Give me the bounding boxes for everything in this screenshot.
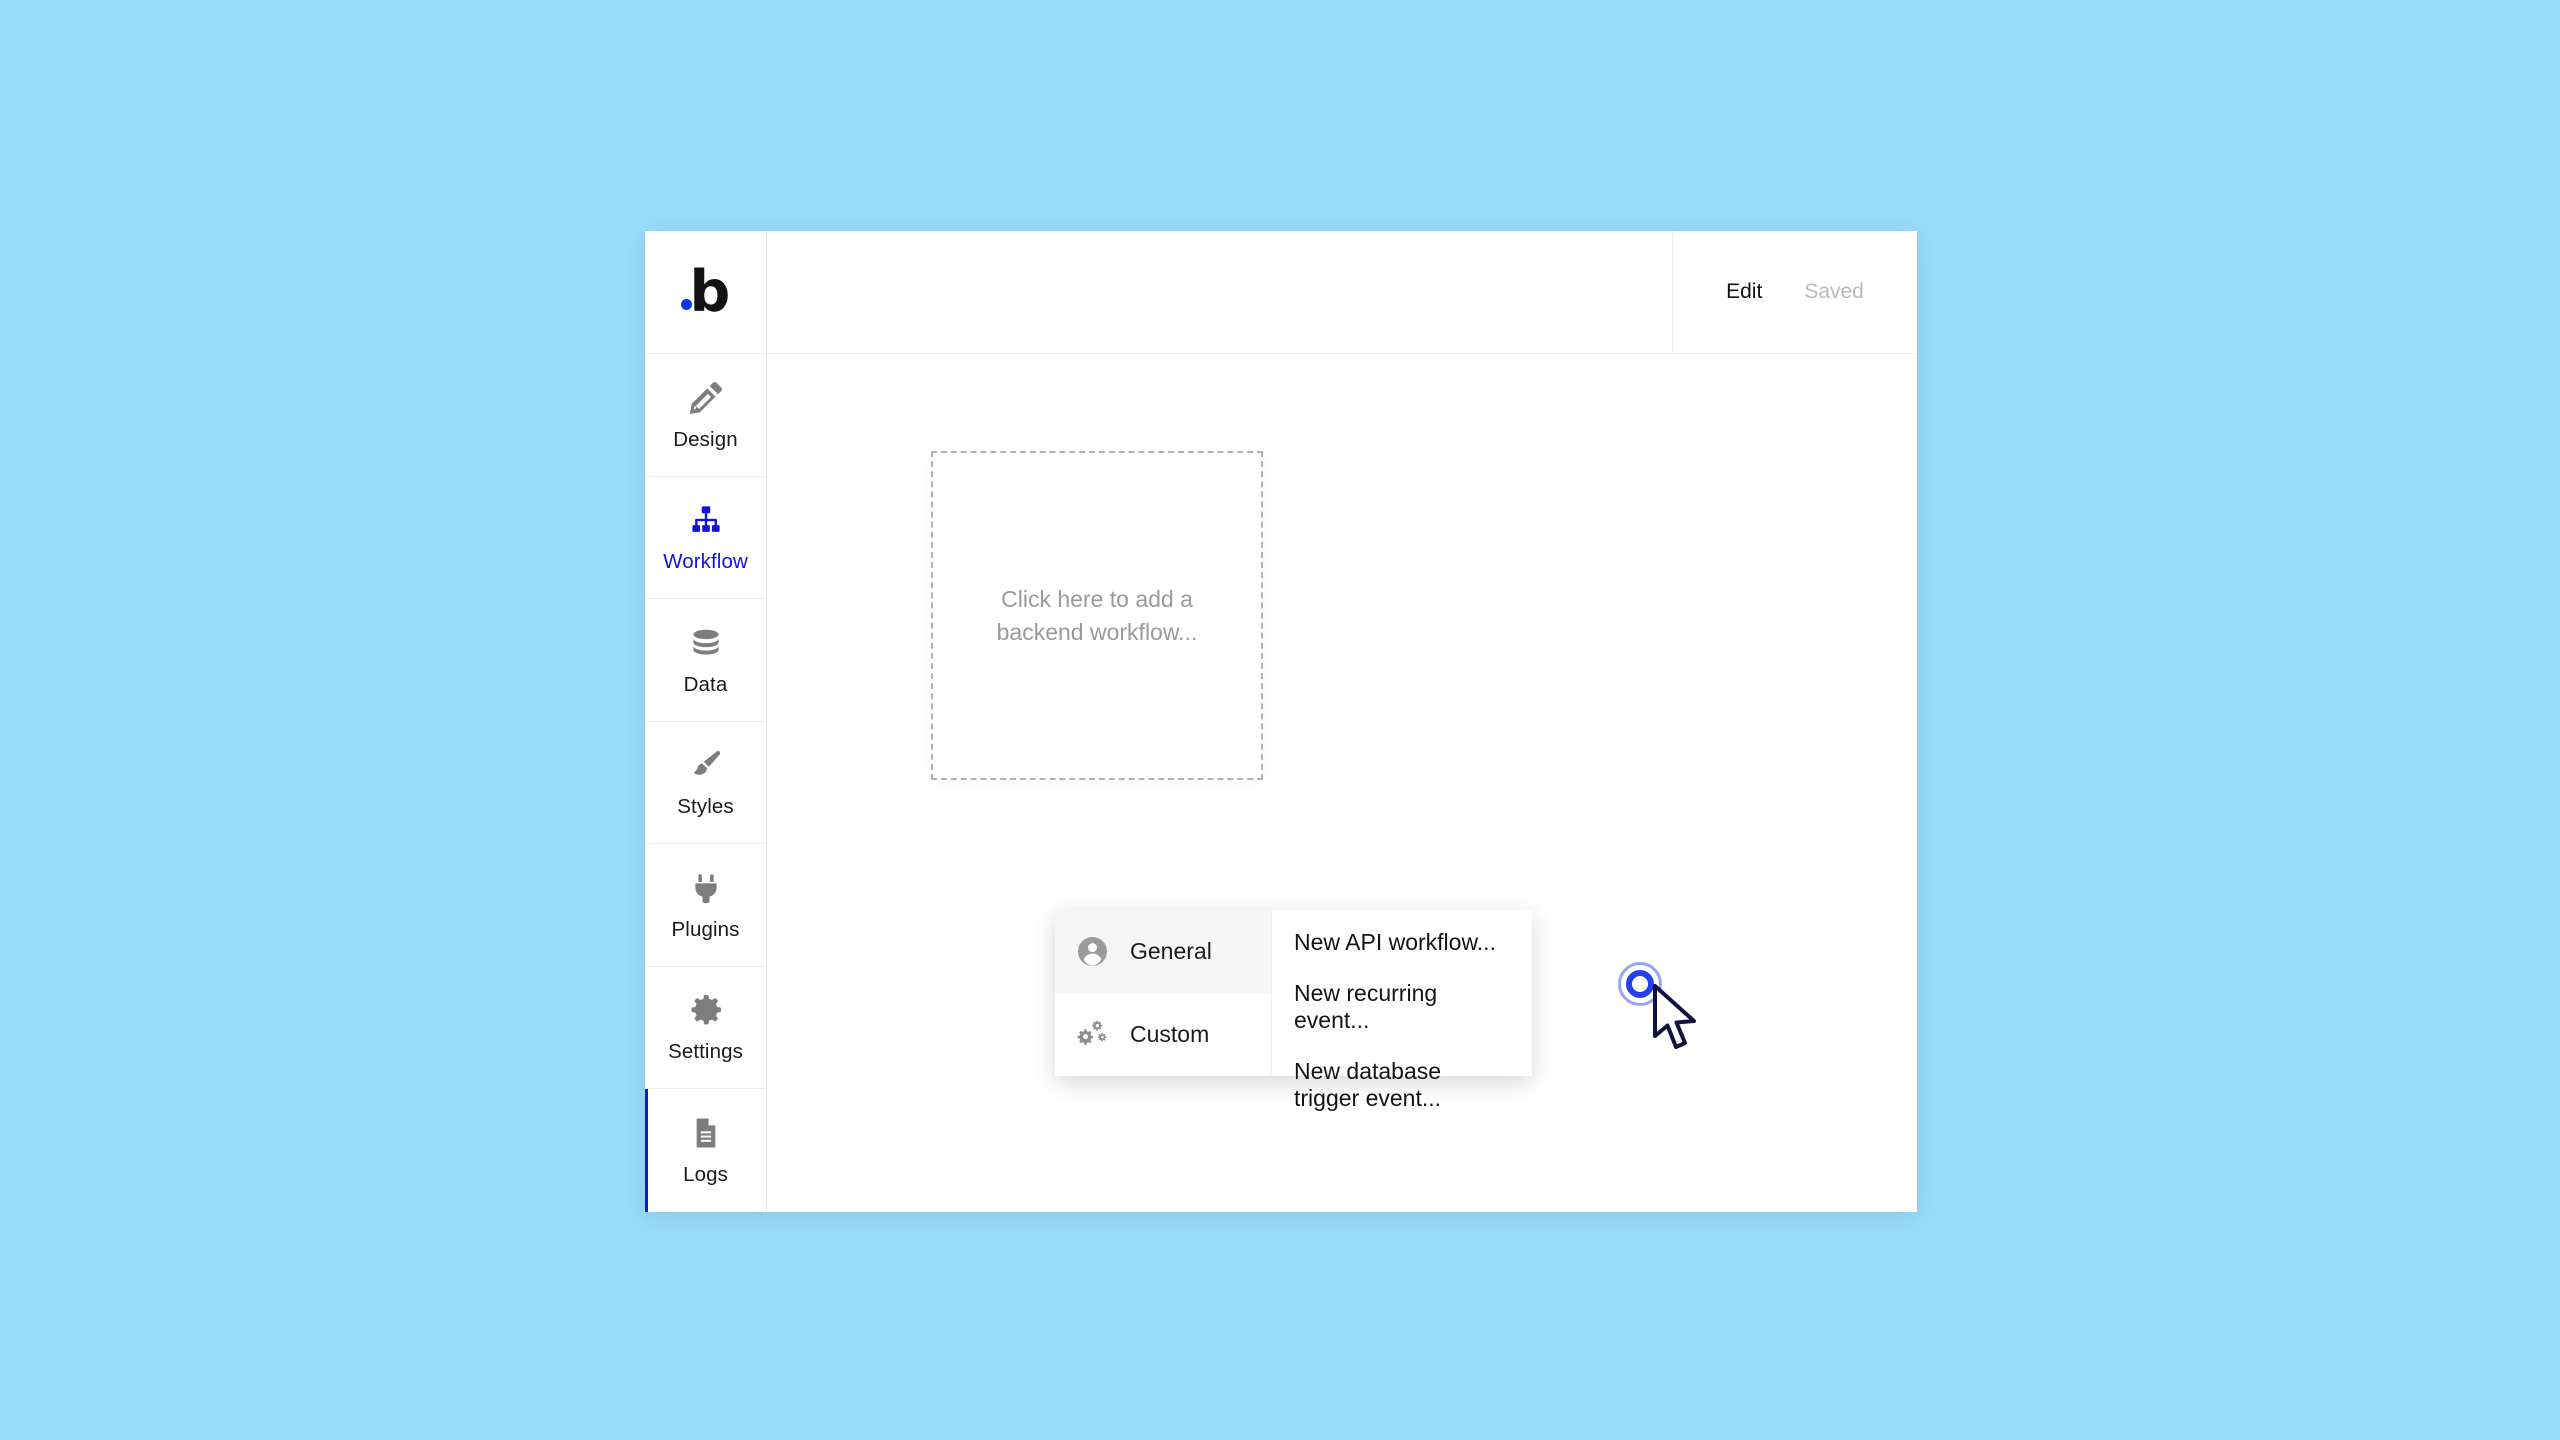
new-workflow-menu: General Custom New API workflow... New r… xyxy=(1055,910,1532,1111)
sidebar-item-label: Data xyxy=(683,672,728,696)
logo-dot xyxy=(680,299,692,310)
sidebar-item-data[interactable]: Data xyxy=(645,599,766,722)
edit-button[interactable]: Edit xyxy=(1726,280,1762,304)
menu-action-new-recurring-event[interactable]: New recurring event... xyxy=(1294,977,1504,1038)
add-backend-workflow-placeholder[interactable]: Click here to add a backend workflow... xyxy=(931,451,1263,780)
sidebar-item-label: Styles xyxy=(677,795,734,819)
plug-icon xyxy=(686,868,726,908)
sitemap-icon xyxy=(686,500,726,540)
workflow-canvas: Click here to add a backend workflow... … xyxy=(767,354,1917,1212)
sidebar-item-label: Plugins xyxy=(671,917,740,941)
logo-letter: b xyxy=(689,259,731,325)
pencil-ruler-icon xyxy=(686,378,726,418)
sidebar-item-styles[interactable]: Styles xyxy=(645,721,766,844)
header-toolbar-area xyxy=(767,231,1672,353)
sidebar-item-workflow[interactable]: Workflow xyxy=(645,476,766,599)
menu-category-custom[interactable]: Custom xyxy=(1055,993,1271,1076)
gears-icon xyxy=(1077,1019,1108,1050)
top-header: Edit Saved xyxy=(767,231,1917,354)
menu-category-label: General xyxy=(1130,938,1212,964)
header-status-area: Edit Saved xyxy=(1672,231,1917,353)
sidebar-item-label: Design xyxy=(673,427,738,451)
sidebar-item-logs[interactable]: Logs xyxy=(645,1089,766,1212)
menu-category-label: Custom xyxy=(1130,1021,1210,1047)
saved-status-label: Saved xyxy=(1804,280,1864,303)
database-icon xyxy=(686,623,726,663)
menu-action-new-api-workflow[interactable]: New API workflow... xyxy=(1294,926,1504,960)
app-window: b Design Workflow Data Styles Plugins Se… xyxy=(645,231,1917,1212)
menu-action-new-database-trigger-event[interactable]: New database trigger event... xyxy=(1294,1055,1504,1116)
sidebar-item-label: Logs xyxy=(683,1163,728,1187)
sidebar-item-plugins[interactable]: Plugins xyxy=(645,844,766,967)
sidebar-item-label: Settings xyxy=(668,1040,743,1064)
sidebar-item-label: Workflow xyxy=(663,550,748,574)
bubble-logo[interactable]: b xyxy=(645,231,766,354)
placeholder-text: Click here to add a backend workflow... xyxy=(996,585,1198,645)
document-lines-icon xyxy=(686,1113,726,1153)
menu-category-list: General Custom xyxy=(1055,910,1272,1076)
gear-icon xyxy=(686,990,726,1030)
menu-category-general[interactable]: General xyxy=(1055,910,1271,993)
menu-action-list: New API workflow... New recurring event.… xyxy=(1272,910,1532,1111)
sidebar-item-design[interactable]: Design xyxy=(645,354,766,477)
paintbrush-icon xyxy=(686,745,726,785)
sidebar-item-settings[interactable]: Settings xyxy=(645,966,766,1089)
user-circle-icon xyxy=(1077,936,1108,967)
sidebar: b Design Workflow Data Styles Plugins Se… xyxy=(645,231,767,1212)
